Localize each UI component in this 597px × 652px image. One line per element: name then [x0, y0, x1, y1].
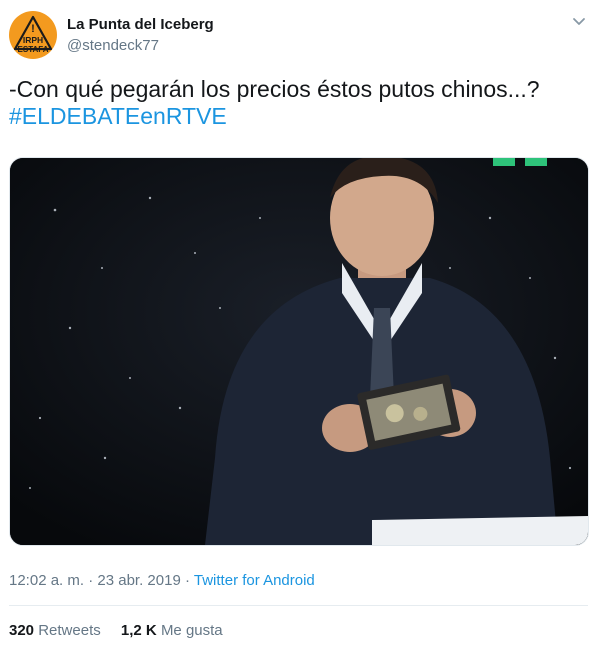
tweet-header: ! IRPH ESTAFA La Punta del Iceberg @sten…	[0, 0, 597, 60]
avatar-text-line2: ESTAFA	[18, 45, 49, 54]
tweet-date[interactable]: 23 abr. 2019	[97, 572, 180, 589]
chevron-down-icon[interactable]	[572, 14, 586, 25]
divider	[9, 605, 588, 606]
tweet-stats: 320 Retweets 1,2 K Me gusta	[9, 622, 223, 639]
tweet-text: -Con qué pegarán los precios éstos putos…	[9, 76, 589, 130]
meta-separator: ·	[184, 572, 190, 589]
retweets-count: 320	[9, 622, 35, 639]
avatar-text-line1: IRPH	[23, 35, 43, 45]
retweets-label: Retweets	[38, 622, 101, 639]
author-handle[interactable]: @stendeck77	[67, 37, 159, 54]
author-display-name[interactable]: La Punta del Iceberg	[67, 16, 214, 33]
tweet-time[interactable]: 12:02 a. m.	[9, 572, 84, 589]
meta-separator: ·	[88, 572, 94, 589]
likes-label: Me gusta	[160, 622, 223, 639]
tweet-source-link[interactable]: Twitter for Android	[194, 572, 315, 589]
tweet-video[interactable]	[9, 157, 589, 546]
avatar-mark: !	[31, 23, 35, 35]
tweet-body: -Con qué pegarán los precios éstos putos…	[9, 76, 540, 102]
likes-stat[interactable]: 1,2 K Me gusta	[121, 622, 223, 639]
likes-count: 1,2 K	[120, 622, 157, 639]
hashtag-link[interactable]: #ELDEBATEenRTVE	[9, 103, 589, 130]
avatar[interactable]: ! IRPH ESTAFA	[9, 11, 57, 59]
retweets-stat[interactable]: 320 Retweets	[9, 622, 101, 639]
tweet-metadata: 12:02 a. m. · 23 abr. 2019 · Twitter for…	[9, 572, 315, 589]
